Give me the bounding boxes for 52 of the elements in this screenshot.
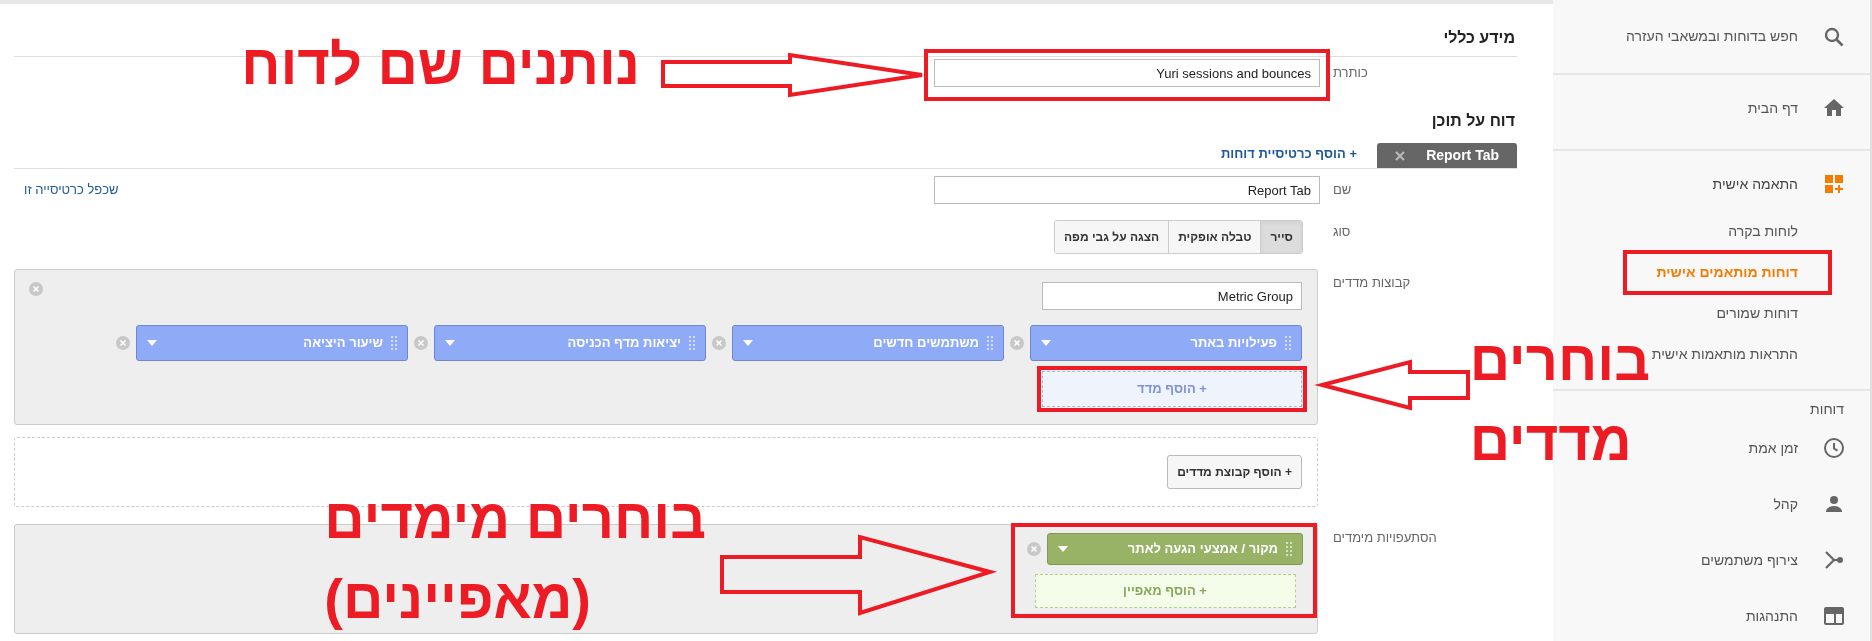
type-option[interactable]: טבלה אופקית — [1169, 221, 1262, 253]
add-metric-group-button[interactable]: + הוסף קבוצת מדדים — [1167, 455, 1302, 489]
field-label: הסתעפויות מימדים — [1333, 530, 1437, 545]
sidebar-subitem[interactable]: התראות מותאמות אישית — [1651, 344, 1798, 365]
sidebar-subitem[interactable]: לוחות בקרה — [1728, 221, 1798, 242]
field-label: כותרת — [1333, 65, 1368, 80]
group-name-input[interactable]: Metric Group — [1042, 282, 1302, 310]
search-label[interactable]: חפש בדוחות ובמשאבי העזרה — [1626, 26, 1798, 47]
section-label: דוחות — [1810, 400, 1845, 419]
annotation-text: (מאפיינים) — [324, 570, 591, 628]
annotation-text: מדדים — [1469, 412, 1632, 470]
remove-icon — [116, 336, 130, 350]
drag-handle-icon — [689, 336, 695, 350]
clock-icon — [1822, 436, 1846, 460]
caret-icon — [1058, 546, 1068, 552]
remove-icon — [29, 282, 43, 296]
section-heading: דוח על תוכן — [1430, 111, 1516, 131]
close-icon — [1395, 150, 1405, 161]
drag-handle-icon — [987, 336, 993, 350]
drag-handle-icon — [1285, 336, 1291, 350]
annotation-text: בוחרים מימדים — [324, 490, 706, 548]
caret-icon — [147, 340, 157, 346]
duplicate-tab-link[interactable]: שכפל כרטיסייה זו — [14, 180, 119, 200]
field-label: שם — [1333, 182, 1352, 197]
sidebar-item[interactable]: התנהגות — [1741, 588, 1870, 641]
sidebar-item[interactable]: קהל — [1769, 476, 1870, 532]
caret-icon — [1041, 340, 1051, 346]
sidebar-item[interactable]: צירוף משתמשים — [1697, 532, 1870, 588]
sidebar-item[interactable]: התאמה אישית — [1708, 157, 1870, 211]
remove-icon — [414, 336, 428, 350]
type-option[interactable]: הצגה על גבי מפה — [1054, 221, 1170, 253]
grid-plus-icon — [1822, 172, 1846, 196]
sidebar-item[interactable]: זמן אמת — [1744, 420, 1870, 476]
annotation-text: בוחרים — [1469, 332, 1650, 390]
field-label: קבוצות מדדים — [1333, 275, 1411, 290]
name-input[interactable]: Report Tab — [934, 176, 1320, 204]
sidebar-subitem[interactable]: דוחות שמורים — [1716, 303, 1798, 324]
field-label: סוג — [1333, 224, 1351, 239]
drag-handle-icon — [391, 336, 397, 350]
caret-icon — [743, 340, 753, 346]
title-input[interactable]: Yuri sessions and bounces — [934, 59, 1320, 87]
remove-icon — [1027, 542, 1041, 556]
remove-icon — [712, 336, 726, 350]
sidebar-item[interactable]: דף הבית — [1743, 81, 1870, 135]
tab-label: Report Tab — [1426, 146, 1499, 165]
caret-icon — [445, 340, 455, 346]
add-tab-link[interactable]: + הוסף כרטיסיית דוחות — [1221, 143, 1357, 168]
layout-icon — [1822, 604, 1846, 628]
type-option[interactable]: סייר — [1261, 221, 1302, 253]
drag-handle-icon — [1286, 542, 1292, 556]
remove-icon — [1010, 336, 1024, 350]
report-tab[interactable]: Report Tab — [1377, 143, 1517, 168]
